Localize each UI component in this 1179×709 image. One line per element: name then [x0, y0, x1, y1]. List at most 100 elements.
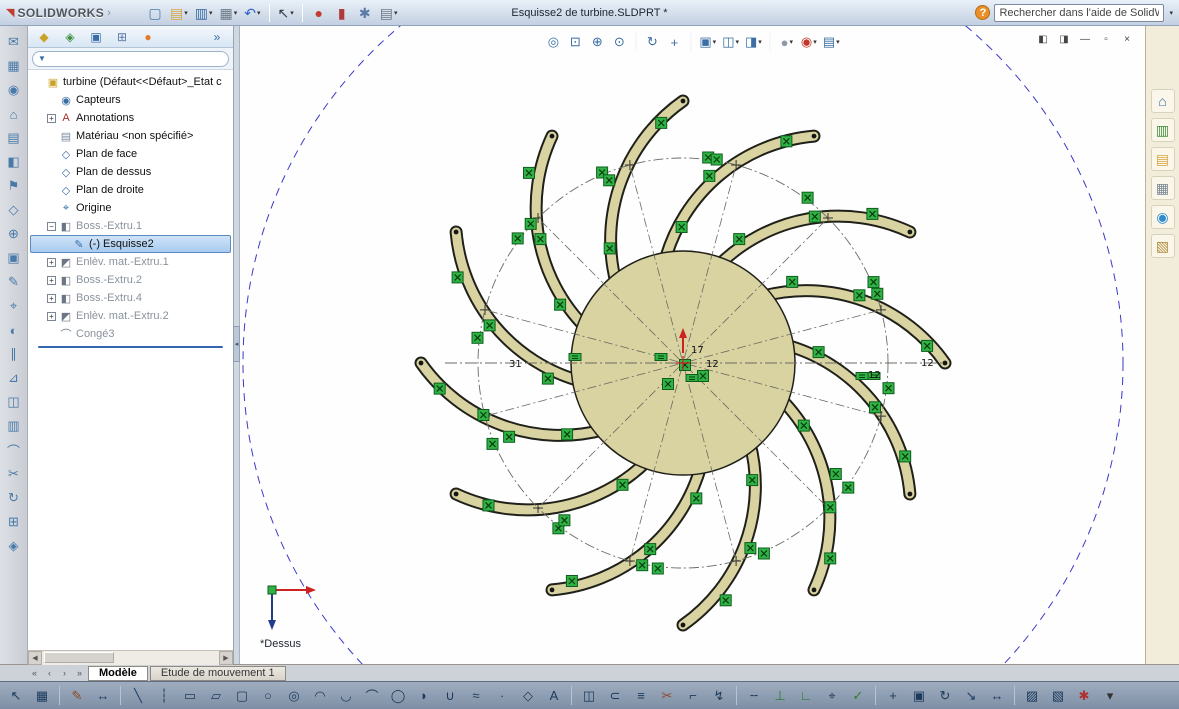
dimension-label[interactable]: 17 — [691, 345, 704, 356]
scroll-right-button[interactable]: ▶ — [219, 650, 233, 665]
open-document-button[interactable]: ▤ ▾ — [167, 2, 191, 24]
mirror-entities[interactable]: ◫ — [577, 684, 601, 707]
scroll-thumb[interactable] — [44, 651, 114, 663]
displaymanager-tab[interactable]: ● — [135, 27, 161, 47]
tree-item-boss-extru-1[interactable]: − ◧ Boss.-Extru.1 — [30, 217, 231, 235]
equal-constraint-marker[interactable] — [855, 372, 869, 380]
grid-settings[interactable]: ▦ — [30, 684, 54, 707]
blade-tip-point[interactable] — [453, 491, 459, 497]
side-tool-13[interactable]: ◐ — [3, 319, 25, 341]
tab-scroll-button-3[interactable]: › — [58, 667, 71, 680]
perimeter-circle-tool[interactable]: ◎ — [282, 684, 306, 707]
side-tool-15[interactable]: ⊿ — [3, 367, 25, 389]
edit-appearance-button[interactable]: ● ▾ — [777, 32, 797, 52]
minimize-button[interactable]: — — [1077, 32, 1093, 46]
zoom-to-area-button[interactable]: ⊡ — [565, 32, 585, 52]
appearances-scenes-button[interactable]: ◉ — [1150, 205, 1175, 229]
side-tool-10[interactable]: ▣ — [3, 247, 25, 269]
tab-scroll-button-2[interactable]: ‹ — [43, 667, 56, 680]
dimxpertmanager-tab[interactable]: ⊞ — [109, 27, 135, 47]
add-relation[interactable]: ⊥ — [768, 684, 792, 707]
fully-define-sketch[interactable]: ✓ — [846, 684, 870, 707]
pan-button[interactable]: + — [664, 32, 684, 52]
print-button[interactable]: ▦ ▾ — [217, 2, 241, 24]
view-orientation-button[interactable]: ▣ ▾ — [697, 32, 718, 52]
tree-item-enl-v-mat-extru-2[interactable]: + ◩ Enlèv. mat.-Extru.2 — [30, 307, 231, 325]
rectangle-tool[interactable]: ▭ — [178, 684, 202, 707]
hide-show-items-button[interactable]: ◨ ▾ — [743, 32, 764, 52]
side-tool-17[interactable]: ▥ — [3, 415, 25, 437]
fm-overflow-button[interactable]: » — [204, 27, 230, 47]
expand-icon[interactable]: + — [47, 293, 56, 303]
side-tool-1[interactable]: ✉ — [3, 31, 25, 53]
select-button[interactable]: ↖ ▾ — [275, 2, 297, 24]
blade-tip-point[interactable] — [453, 229, 459, 235]
blade-tip-point[interactable] — [680, 622, 686, 628]
close-button[interactable]: × — [1119, 32, 1135, 46]
toolbar-options-button[interactable]: ▤ ▾ — [377, 2, 401, 24]
zoom-to-selection-button[interactable]: ⊙ — [609, 32, 629, 52]
rotate-entities[interactable]: ↻ — [933, 684, 957, 707]
help-icon[interactable]: ? — [975, 5, 991, 20]
blade-tip-point[interactable] — [418, 360, 424, 366]
side-tool-14[interactable]: ∥ — [3, 343, 25, 365]
jog-line[interactable]: ↯ — [707, 684, 731, 707]
tree-item-turbine-d-faut-d-faut-etat-c[interactable]: ▣ turbine (Défaut<<Défaut>_Etat c — [30, 73, 231, 91]
expand-icon[interactable]: + — [47, 113, 56, 123]
text-tool[interactable]: A — [542, 684, 566, 707]
custom-properties-button[interactable]: ▧ — [1150, 234, 1175, 258]
tree-item-boss-extru-4[interactable]: + ◧ Boss.-Extru.4 — [30, 289, 231, 307]
rollback-bar[interactable] — [38, 346, 223, 348]
copy-entities[interactable]: ▣ — [907, 684, 931, 707]
modify-sketch[interactable]: ✱ — [1072, 684, 1096, 707]
filter-input[interactable]: ▼ — [32, 50, 229, 67]
solidworks-resources-button[interactable]: ⌂ — [1150, 89, 1175, 113]
sketch-picture[interactable]: ▨ — [1020, 684, 1044, 707]
blade-tip-point[interactable] — [811, 133, 817, 139]
view-palette-button[interactable]: ▦ — [1150, 176, 1175, 200]
scroll-track[interactable] — [42, 650, 219, 665]
tree-item-origine[interactable]: ⌖ Origine — [30, 199, 231, 217]
select-tool[interactable]: ↖ — [4, 684, 28, 707]
equal-constraint-marker[interactable] — [568, 353, 582, 361]
parallelogram-tool[interactable]: ▱ — [204, 684, 228, 707]
propertymanager-tab[interactable]: ◈ — [57, 27, 83, 47]
featuremanager-tab[interactable]: ◆ — [31, 27, 57, 47]
tree-item-mat-riau-non-sp-cifi[interactable]: ▤ Matériau <non spécifié> — [30, 127, 231, 145]
expand-icon[interactable]: + — [47, 311, 56, 321]
pane-right-button[interactable]: ◨ — [1056, 32, 1072, 46]
dimension-label[interactable]: 12 — [868, 370, 881, 381]
dimension-label[interactable]: 12 — [921, 358, 934, 369]
side-tool-12[interactable]: ⌖ — [3, 295, 25, 317]
side-tool-5[interactable]: ▤ — [3, 127, 25, 149]
scale-entities[interactable]: ↘ — [959, 684, 983, 707]
circle-tool[interactable]: ○ — [256, 684, 280, 707]
blade-tip-point[interactable] — [549, 587, 555, 593]
polygon-tool[interactable]: ◇ — [516, 684, 540, 707]
convert-entities[interactable]: ⊂ — [603, 684, 627, 707]
line-tool[interactable]: ╲ — [126, 684, 150, 707]
tangent-arc-tool[interactable]: ◡ — [334, 684, 358, 707]
expand-icon[interactable]: + — [47, 275, 56, 285]
scroll-left-button[interactable]: ◀ — [28, 650, 42, 665]
sketch-tool[interactable]: ✎ — [65, 684, 89, 707]
offset-entities[interactable]: ≡ — [629, 684, 653, 707]
tree-item-boss-extru-2[interactable]: + ◧ Boss.-Extru.2 — [30, 271, 231, 289]
partial-ellipse-tool[interactable]: ◗ — [412, 684, 436, 707]
equal-constraint-marker[interactable] — [685, 374, 699, 382]
rotate-view-button[interactable]: ↻ — [642, 32, 662, 52]
tree-item-annotations[interactable]: + A Annotations — [30, 109, 231, 127]
undo-button[interactable]: ↶ ▾ — [241, 2, 263, 24]
side-tool-11[interactable]: ✎ — [3, 271, 25, 293]
rebuild-button[interactable]: ● — [308, 2, 330, 24]
restore-button[interactable]: ▫ — [1098, 32, 1114, 46]
view-settings-button[interactable]: ▤ ▾ — [821, 32, 842, 52]
side-tool-22[interactable]: ◈ — [3, 535, 25, 557]
graphics-area[interactable]: 31 17 12 12 12 ◎ ⊡ ⊕ ⊙ ↻ + ▣ ▾ ◫ ▾ ◨ ▾ ● ▾ ◉ ▾ ▤ ▾ ◧ ◨ — ▫ × *Des… — [240, 26, 1145, 664]
centerline-tool[interactable]: ┆ — [152, 684, 176, 707]
blade-tip-point[interactable] — [907, 491, 913, 497]
side-tool-21[interactable]: ⊞ — [3, 511, 25, 533]
blade-tip-point[interactable] — [907, 229, 913, 235]
area-hatch[interactable]: ▧ — [1046, 684, 1070, 707]
tree-item-plan-de-face[interactable]: ◇ Plan de face — [30, 145, 231, 163]
